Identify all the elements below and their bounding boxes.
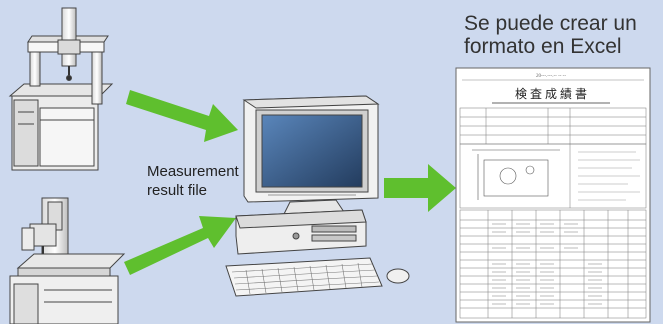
excel-caption-line1: Se puede crear un [464, 12, 637, 35]
arrow-pc-to-excel [384, 164, 456, 212]
mouse [386, 268, 410, 284]
excel-format-caption: Se puede crear un formato en Excel [464, 12, 637, 58]
cmm-bridge-machine [8, 7, 114, 171]
measurement-result-file-label: Measurement result file [147, 162, 239, 200]
computer [225, 95, 410, 297]
arrow-cmm2-to-pc [124, 216, 236, 275]
vision-measuring-machine [9, 197, 126, 324]
measurement-label-line2: result file [147, 182, 208, 199]
excel-report-sheet: 検 査 成 績 書 20---.---.-- -- -- [455, 67, 651, 323]
excel-caption-line2: formato en Excel [464, 35, 622, 58]
arrow-cmm1-to-pc [126, 90, 238, 142]
report-top-line: 20---.---.-- -- -- [536, 74, 566, 79]
measurement-label-line1: Measurement [147, 163, 239, 180]
report-title: 検 査 成 績 書 [515, 87, 587, 101]
monitor-screen [261, 114, 363, 188]
